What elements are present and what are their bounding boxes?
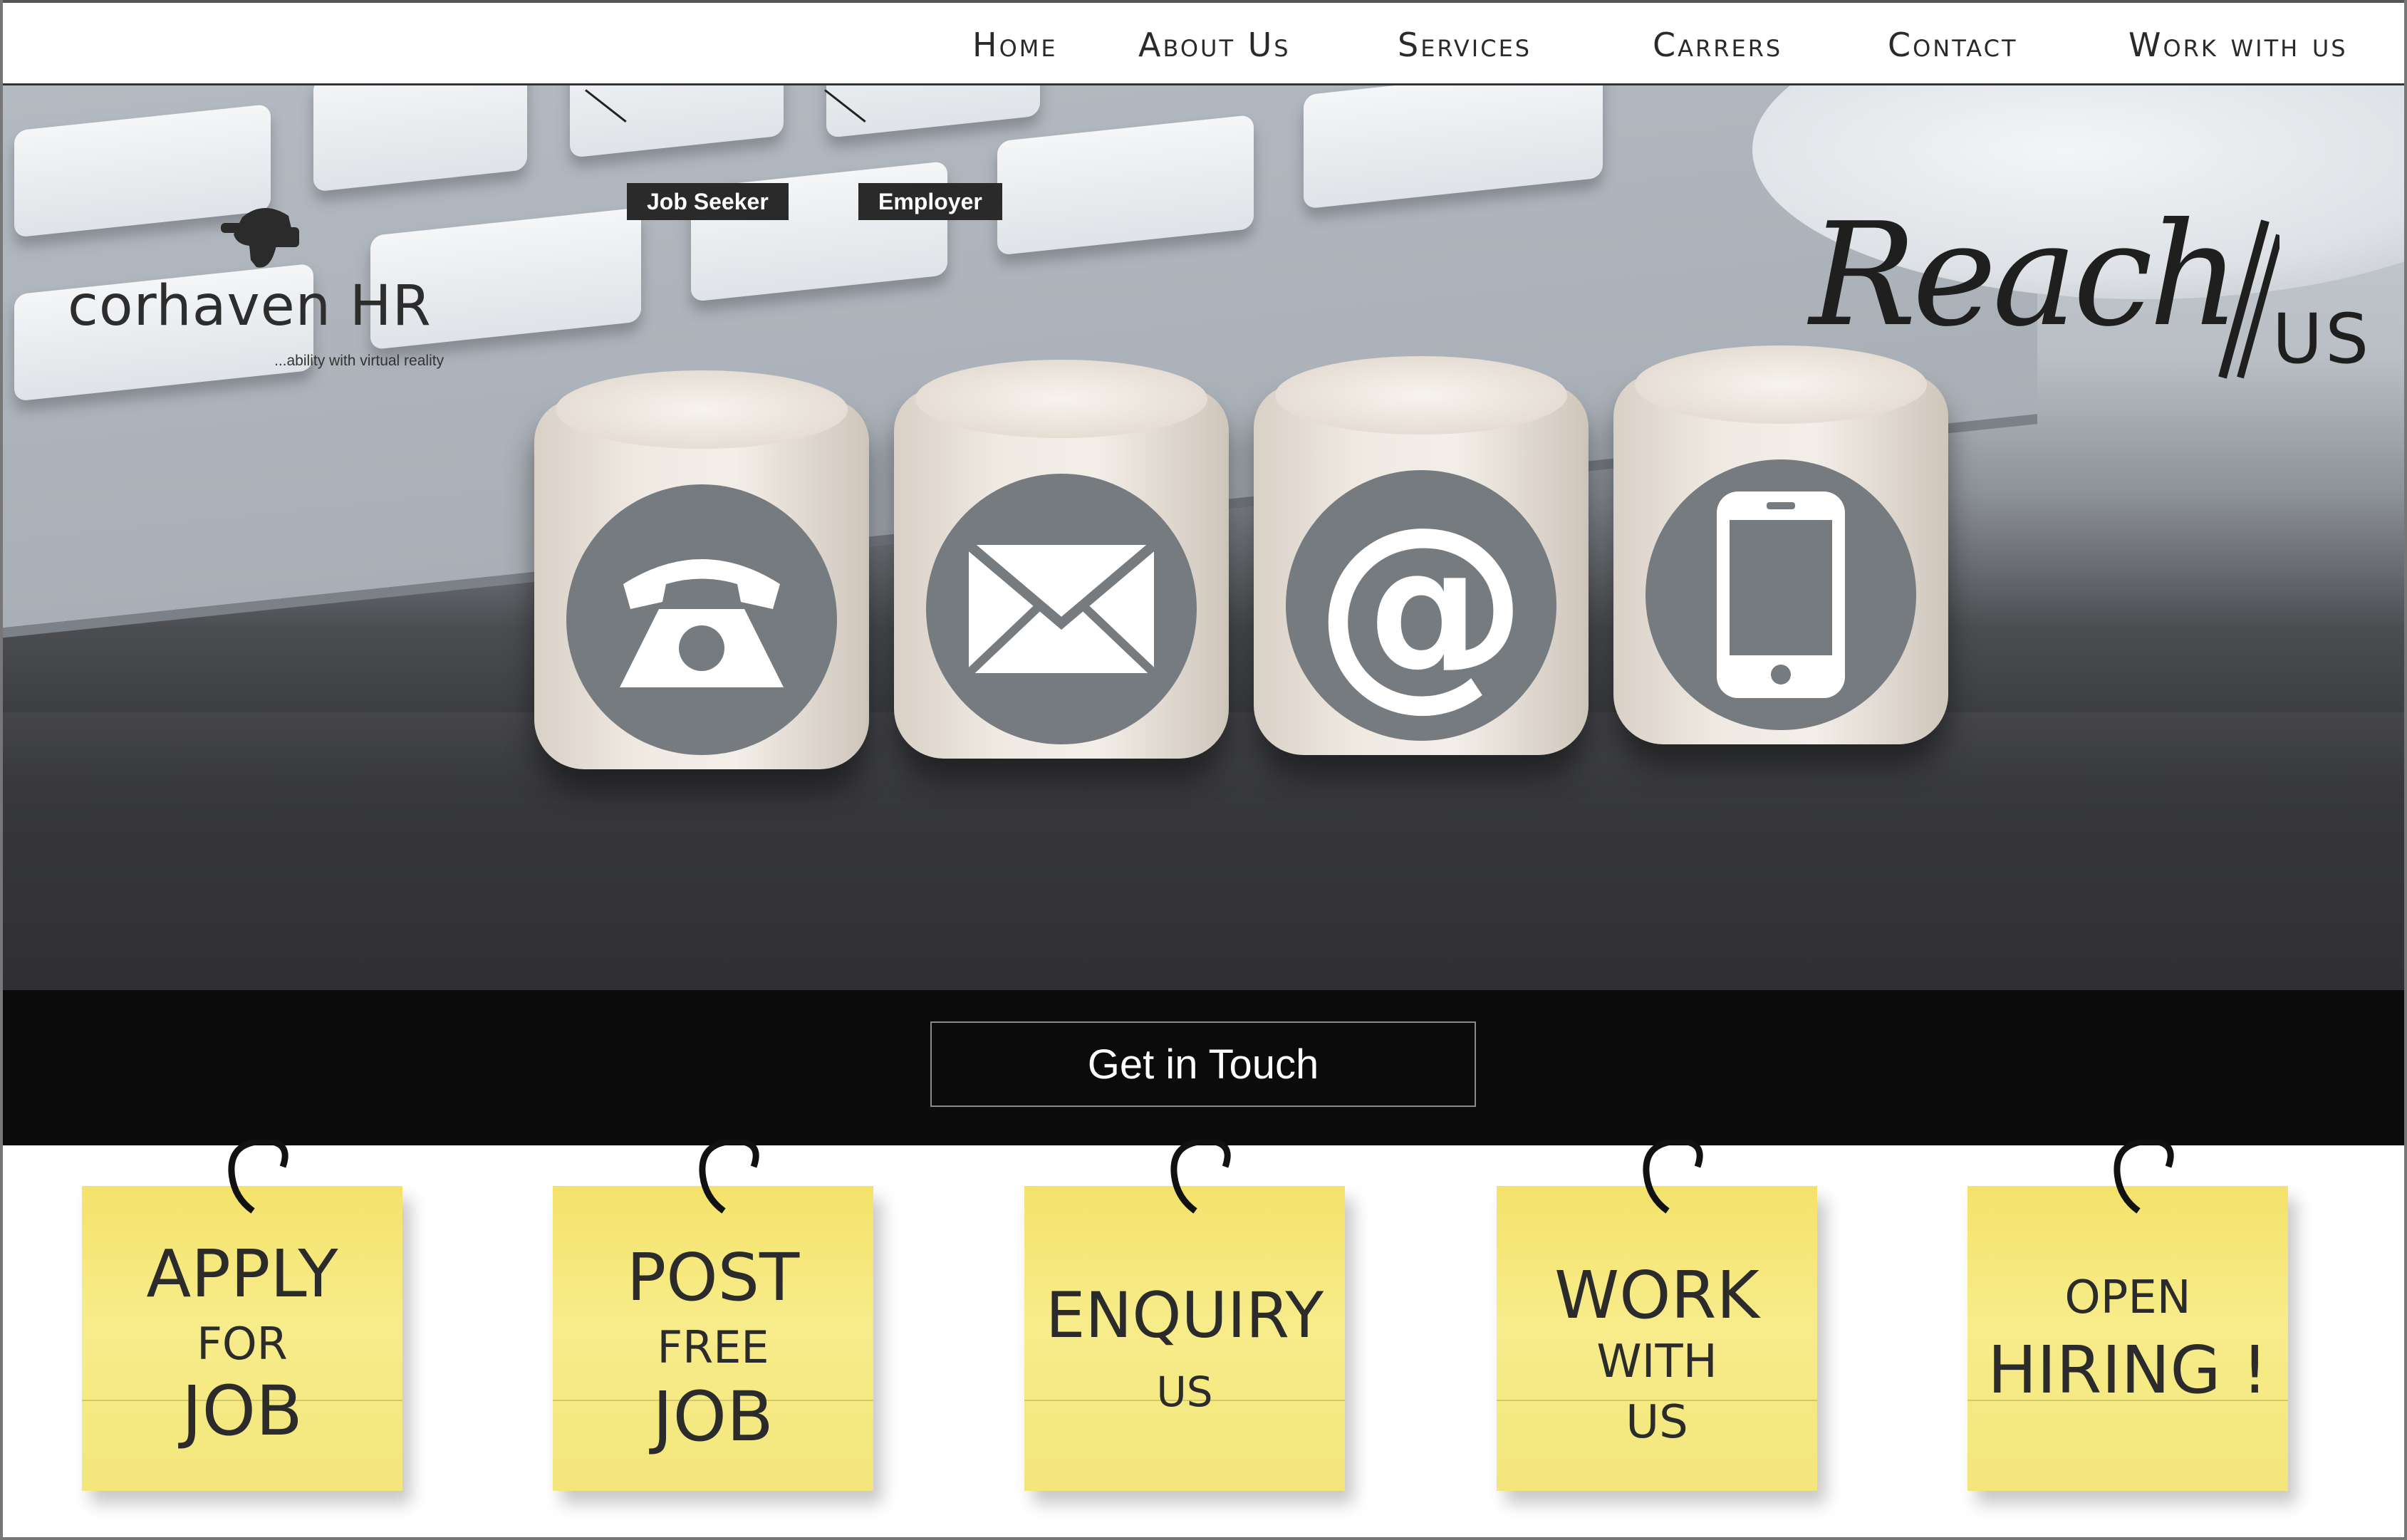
reach-us-text: US <box>2272 299 2372 379</box>
cta-band: Get in Touch <box>0 990 2407 1145</box>
company-logo[interactable]: corhaven HR ...ability with virtual real… <box>68 203 467 381</box>
mobile-cube <box>1613 345 1948 744</box>
note-line: FOR <box>197 1318 288 1370</box>
hero-banner: corhaven HR ...ability with virtual real… <box>0 85 2407 990</box>
note-line: WORK <box>1554 1257 1759 1333</box>
reach-script-text: Reach <box>1809 192 2240 358</box>
pin-hook-icon <box>2114 1140 2174 1214</box>
note-line: WITH <box>1596 1336 1717 1388</box>
note-enquiry-us[interactable]: ENQUIRY US <box>1024 1140 1373 1524</box>
pin-hook-icon <box>1643 1140 1703 1214</box>
nav-contact[interactable]: Contact <box>1888 26 2018 64</box>
double-slash-divider <box>2218 219 2279 379</box>
note-post-free-job[interactable]: POST FREE JOB <box>553 1140 902 1524</box>
frame-left <box>0 0 3 1540</box>
note-apply-for-job[interactable]: APPLY FOR JOB <box>82 1140 431 1524</box>
phone-cube <box>534 370 869 769</box>
mobile-phone-icon <box>1717 491 1845 698</box>
get-in-touch-button[interactable]: Get in Touch <box>930 1021 1476 1107</box>
at-sign-cube: @ <box>1254 356 1589 755</box>
frame-bottom <box>0 1537 2407 1540</box>
envelope-icon <box>965 541 1158 677</box>
note-line: US <box>1626 1396 1688 1449</box>
note-line: APPLY <box>146 1236 338 1312</box>
pin-hook-icon <box>228 1140 288 1214</box>
note-line: JOB <box>182 1371 303 1451</box>
at-sign-icon: @ <box>1314 481 1528 729</box>
employer-button[interactable]: Employer <box>858 183 1002 220</box>
note-line: ENQUIRY <box>1045 1279 1324 1352</box>
note-line: HIRING ! <box>1987 1332 2268 1408</box>
logo-tagline: ...ability with virtual reality <box>274 353 445 369</box>
pin-hook-icon <box>1170 1140 1231 1214</box>
note-open-hiring[interactable]: OPEN HIRING ! <box>1967 1140 2317 1524</box>
top-navigation: Home About Us Services Carrers Contact W… <box>0 0 2407 85</box>
logo-name: corhaven HR <box>68 274 432 338</box>
nav-services[interactable]: Services <box>1398 26 1532 64</box>
note-line: FREE <box>657 1321 769 1373</box>
nav-work-with-us[interactable]: Work with us <box>2128 26 2348 64</box>
envelope-cube <box>894 360 1229 759</box>
frame-right <box>2404 0 2407 1540</box>
pin-hook-icon <box>699 1140 759 1214</box>
phone-icon <box>620 559 784 687</box>
note-line: US <box>1156 1368 1213 1416</box>
note-line: POST <box>626 1239 800 1316</box>
table-surface <box>0 712 2407 990</box>
vr-headset-logo-icon <box>221 207 299 268</box>
nav-carrers[interactable]: Carrers <box>1653 26 1782 64</box>
note-work-with-us[interactable]: WORK WITH US <box>1497 1140 1846 1524</box>
nav-about-us[interactable]: About Us <box>1138 26 1291 64</box>
nav-home[interactable]: Home <box>972 26 1058 64</box>
note-line: OPEN <box>2064 1271 2191 1324</box>
note-line: JOB <box>653 1377 774 1457</box>
job-seeker-button[interactable]: Job Seeker <box>627 183 789 220</box>
